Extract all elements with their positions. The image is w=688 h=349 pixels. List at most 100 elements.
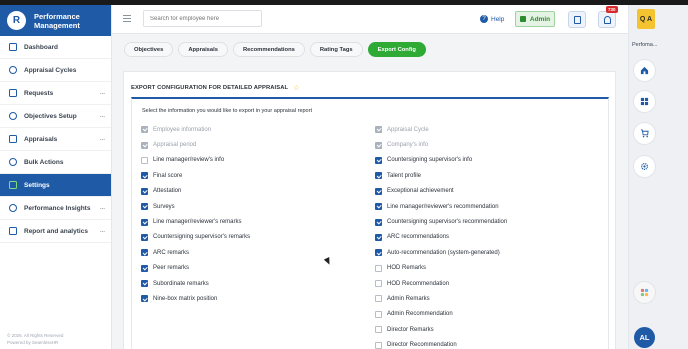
option-checkbox[interactable] bbox=[375, 218, 382, 226]
export-option[interactable]: Countersigning supervisor's recommendati… bbox=[375, 214, 507, 229]
option-checkbox[interactable] bbox=[141, 203, 148, 211]
help-label: Help bbox=[491, 15, 505, 23]
options-left-column: Employee information Appraisal period Line… bbox=[141, 122, 250, 307]
option-checkbox[interactable] bbox=[375, 264, 382, 272]
brand-header[interactable]: R Performance Management bbox=[0, 5, 111, 36]
apps-button[interactable] bbox=[634, 91, 655, 112]
options-right-column: Appraisal Cycle Company's info Countersign… bbox=[375, 122, 507, 349]
sidebar-item-appraisal-cycles[interactable]: Appraisal Cycles bbox=[0, 59, 111, 82]
export-option[interactable]: Line manager/reviewer's remarks bbox=[141, 214, 250, 229]
export-option[interactable]: Final score bbox=[141, 168, 250, 183]
option-label: Line manager/reviewer's recommendation bbox=[387, 203, 499, 210]
option-checkbox[interactable] bbox=[141, 280, 148, 288]
tab-appraisals[interactable]: Appraisals bbox=[178, 42, 228, 57]
option-label: Subordinate remarks bbox=[153, 280, 209, 287]
export-option[interactable]: Talent profile bbox=[375, 168, 507, 183]
sidebar-item-dashboard[interactable]: Dashboard bbox=[0, 36, 111, 59]
insights-icon bbox=[9, 204, 17, 212]
qa-logo[interactable]: Q A bbox=[637, 9, 655, 29]
user-avatar[interactable]: AL bbox=[634, 327, 655, 348]
option-checkbox[interactable] bbox=[375, 172, 382, 180]
objectives-icon bbox=[9, 112, 17, 120]
requests-icon bbox=[9, 89, 17, 97]
sidebar-item-performance-insights[interactable]: Performance Insights... bbox=[0, 197, 111, 220]
instruction-text: Select the information you would like to… bbox=[142, 108, 312, 114]
export-option[interactable]: Line manager/review's info bbox=[141, 153, 250, 168]
home-button[interactable] bbox=[634, 60, 655, 81]
option-checkbox[interactable] bbox=[141, 187, 148, 195]
export-option[interactable]: Nine-box matrix position bbox=[141, 291, 250, 306]
cart-button[interactable] bbox=[634, 123, 655, 144]
export-option[interactable]: ARC remarks bbox=[141, 245, 250, 260]
option-checkbox[interactable] bbox=[375, 341, 382, 349]
card-title-text: EXPORT CONFIGURATION FOR DETAILED APPRAI… bbox=[131, 85, 289, 91]
export-option: Employee information bbox=[141, 122, 250, 137]
sidebar-item-label: Performance Insights bbox=[24, 204, 91, 212]
star-icon[interactable]: ☆ bbox=[293, 84, 299, 92]
option-checkbox[interactable] bbox=[375, 280, 382, 288]
export-option: Company's info bbox=[375, 137, 507, 152]
option-label: Company's info bbox=[387, 142, 429, 149]
widgets-button[interactable] bbox=[634, 282, 655, 303]
notifications-button[interactable] bbox=[598, 11, 616, 28]
export-option[interactable]: ARC recommendations bbox=[375, 230, 507, 245]
option-checkbox[interactable] bbox=[375, 295, 382, 303]
card-title: EXPORT CONFIGURATION FOR DETAILED APPRAI… bbox=[131, 84, 300, 92]
tab-recommendations[interactable]: Recommendations bbox=[232, 42, 305, 57]
option-checkbox[interactable] bbox=[375, 310, 382, 318]
export-option[interactable]: Director Remarks bbox=[375, 322, 507, 337]
export-option[interactable]: Surveys bbox=[141, 199, 250, 214]
notification-badge: 730 bbox=[606, 6, 618, 13]
sidebar-item-appraisals[interactable]: Appraisals... bbox=[0, 128, 111, 151]
help-link[interactable]: ? Help bbox=[480, 15, 504, 23]
expand-icon: ... bbox=[99, 113, 105, 119]
export-options-panel: Select the information you would like to… bbox=[131, 97, 609, 349]
option-checkbox[interactable] bbox=[141, 233, 148, 241]
option-label: Line manager/reviewer's remarks bbox=[153, 219, 242, 226]
search-input[interactable] bbox=[143, 10, 262, 27]
export-option[interactable]: Admin Remarks bbox=[375, 291, 507, 306]
export-option[interactable]: HOD Recommendation bbox=[375, 276, 507, 291]
sidebar-item-bulk-actions[interactable]: Bulk Actions bbox=[0, 151, 111, 174]
export-option[interactable]: Countersigning supervisor's info bbox=[375, 153, 507, 168]
sidebar-item-report-and-analytics[interactable]: Report and analytics... bbox=[0, 220, 111, 243]
option-checkbox[interactable] bbox=[141, 172, 148, 180]
export-option[interactable]: Director Recommendation bbox=[375, 337, 507, 349]
option-checkbox[interactable] bbox=[375, 203, 382, 211]
export-option[interactable]: Auto-recommendation (system-generated) bbox=[375, 245, 507, 260]
admin-role-button[interactable]: Admin bbox=[515, 11, 555, 27]
sidebar-item-settings[interactable]: Settings bbox=[0, 174, 111, 197]
export-option[interactable]: HOD Remarks bbox=[375, 261, 507, 276]
option-checkbox[interactable] bbox=[375, 326, 382, 334]
option-checkbox[interactable] bbox=[375, 249, 382, 257]
option-checkbox[interactable] bbox=[141, 249, 148, 257]
option-checkbox[interactable] bbox=[141, 218, 148, 226]
export-option[interactable]: Admin Recommendation bbox=[375, 307, 507, 322]
export-option[interactable]: Exceptional achievement bbox=[375, 184, 507, 199]
sidebar-item-requests[interactable]: Requests... bbox=[0, 82, 111, 105]
clipboard-button[interactable] bbox=[568, 11, 586, 28]
option-checkbox[interactable] bbox=[375, 156, 382, 164]
tab-export-config[interactable]: Export Config bbox=[367, 42, 426, 57]
option-checkbox[interactable] bbox=[375, 187, 382, 195]
export-option[interactable]: Subordinate remarks bbox=[141, 276, 250, 291]
settings-button[interactable] bbox=[634, 156, 655, 177]
tab-objectives[interactable]: Objectives bbox=[124, 42, 174, 57]
export-option[interactable]: Line manager/reviewer's recommendation bbox=[375, 199, 507, 214]
report-icon bbox=[9, 227, 17, 235]
export-option[interactable]: Countersigning supervisor's remarks bbox=[141, 230, 250, 245]
option-checkbox[interactable] bbox=[141, 156, 148, 164]
sidebar-item-objectives-setup[interactable]: Objectives Setup... bbox=[0, 105, 111, 128]
option-checkbox[interactable] bbox=[141, 264, 148, 272]
tab-rating-tags[interactable]: Rating Tags bbox=[309, 42, 363, 57]
export-option[interactable]: Peer remarks bbox=[141, 261, 250, 276]
option-label: ARC remarks bbox=[153, 249, 190, 256]
hamburger-menu-icon[interactable] bbox=[123, 15, 131, 22]
gear-icon bbox=[640, 162, 649, 171]
cart-icon bbox=[640, 129, 649, 138]
export-option: Appraisal Cycle bbox=[375, 122, 507, 137]
export-option: Appraisal period bbox=[141, 137, 250, 152]
option-checkbox[interactable] bbox=[141, 295, 148, 303]
option-checkbox[interactable] bbox=[375, 233, 382, 241]
export-option[interactable]: Attestation bbox=[141, 184, 250, 199]
